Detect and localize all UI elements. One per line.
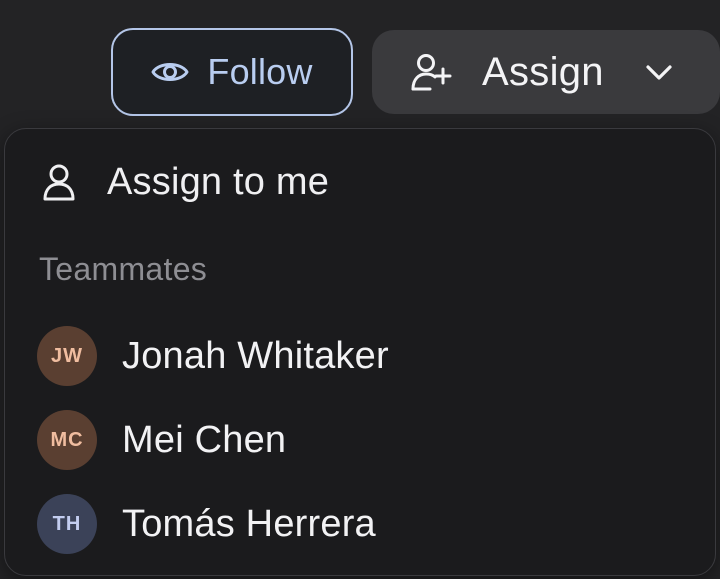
- assign-to-me-item[interactable]: Assign to me: [39, 153, 329, 211]
- avatar: MC: [37, 410, 97, 470]
- teammates-section-label: Teammates: [39, 251, 208, 287]
- user-icon: [39, 162, 79, 202]
- teammate-name: Tomás Herrera: [122, 502, 376, 545]
- avatar: JW: [37, 326, 97, 386]
- avatar: TH: [37, 494, 97, 554]
- assign-to-me-label: Assign to me: [107, 160, 330, 203]
- user-plus-icon: [410, 52, 454, 92]
- assign-dropdown-menu: Assign to me Teammates JW Jonah Whitaker…: [4, 128, 716, 576]
- teammate-name: Mei Chen: [122, 418, 287, 461]
- chevron-down-icon[interactable]: [644, 58, 674, 88]
- follow-label: Follow: [207, 51, 313, 92]
- follow-button[interactable]: Follow: [111, 28, 353, 116]
- assign-label: Assign: [482, 49, 604, 94]
- teammate-item-tomas-herrera[interactable]: TH Tomás Herrera: [37, 493, 376, 555]
- teammate-item-mei-chen[interactable]: MC Mei Chen: [37, 409, 286, 471]
- teammate-item-jonah-whitaker[interactable]: JW Jonah Whitaker: [37, 325, 389, 387]
- assign-toolbar-screen: Follow Assign Assign to me Teammates JW …: [0, 0, 720, 579]
- eye-icon: [151, 59, 189, 85]
- teammate-name: Jonah Whitaker: [122, 334, 389, 377]
- assign-button[interactable]: Assign: [372, 30, 720, 114]
